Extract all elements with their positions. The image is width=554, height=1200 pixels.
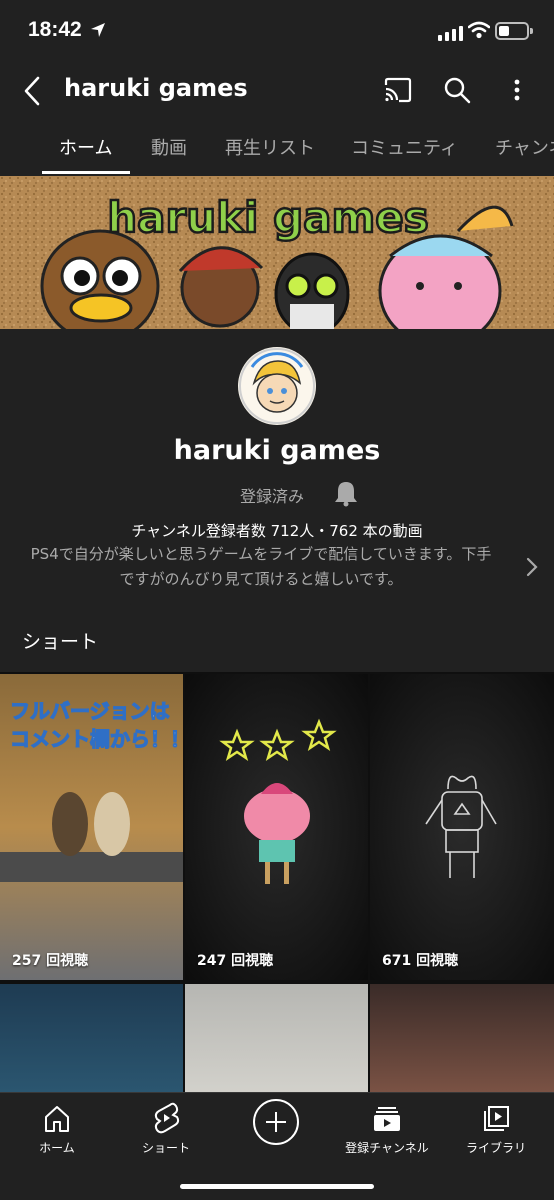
battery-icon: [495, 22, 533, 40]
active-tab-indicator: [42, 171, 130, 174]
home-indicator[interactable]: [180, 1184, 374, 1189]
create-icon[interactable]: [253, 1099, 299, 1145]
wifi-icon: [467, 21, 491, 43]
channel-avatar[interactable]: [238, 347, 316, 425]
nav-home[interactable]: ホーム: [2, 1101, 112, 1156]
tab-channels[interactable]: チャンネル: [495, 134, 554, 160]
tab-home[interactable]: ホーム: [59, 134, 112, 160]
nav-library[interactable]: ライブラリ: [441, 1101, 551, 1156]
short-view-count: 257 回視聴: [12, 953, 89, 969]
nav-label: ショート: [141, 1141, 190, 1155]
short-view-count: 247 回視聴: [197, 953, 274, 969]
channel-tabs: ホーム 動画 再生リスト コミュニティ チャンネル: [0, 120, 554, 176]
nav-label: ホーム: [39, 1141, 75, 1155]
banner-artwork: haruki games: [0, 176, 554, 329]
cast-icon[interactable]: [383, 77, 413, 107]
channel-description[interactable]: PS4で自分が楽しいと思うゲームをライブで配信していきます。下手 ですがのんびり…: [16, 542, 506, 592]
description-line: PS4で自分が楽しいと思うゲームをライブで配信していきます。下手: [30, 545, 492, 563]
channel-banner: haruki games: [0, 176, 554, 329]
tab-playlists[interactable]: 再生リスト: [225, 134, 315, 160]
tab-community[interactable]: コミュニティ: [351, 134, 458, 160]
nav-shorts[interactable]: ショート: [111, 1101, 221, 1156]
library-icon: [441, 1101, 551, 1137]
short-overlay-text: コメント欄から！！: [10, 727, 183, 751]
notification-bell-icon[interactable]: [332, 479, 360, 511]
status-bar: 18:42: [0, 0, 554, 62]
subscribed-button[interactable]: 登録済み: [240, 483, 304, 507]
back-arrow-icon[interactable]: [20, 74, 46, 108]
description-line: ですがのんびり見て頂けると嬉しいです。: [119, 570, 403, 588]
channel-header: haruki games 登録済み チャンネル登録者数 712人・762 本の動…: [0, 329, 554, 672]
status-time: 18:42: [28, 18, 82, 41]
nav-label: 登録チャンネル: [345, 1141, 429, 1155]
shorts-grid: フルバージョンは コメント欄から！！ 257 回視聴 247 回視聴 671 回…: [0, 672, 554, 1092]
short-thumbnail[interactable]: 671 回視聴: [370, 674, 554, 980]
shorts-heading: ショート: [22, 631, 99, 653]
location-arrow-icon: [90, 22, 106, 42]
nav-subscriptions[interactable]: 登録チャンネル: [332, 1101, 442, 1156]
channel-title: haruki games: [64, 74, 248, 102]
channel-name: haruki games: [173, 435, 381, 466]
short-thumbnail[interactable]: 247 回視聴: [185, 674, 368, 980]
app-bar: haruki games: [0, 62, 554, 120]
home-icon: [2, 1101, 112, 1137]
short-view-count: 671 回視聴: [382, 953, 459, 969]
cellular-signal-icon: [438, 26, 463, 41]
banner-logo-text: haruki games: [107, 193, 428, 242]
short-overlay-text: フルバージョンは: [10, 699, 170, 723]
search-icon[interactable]: [443, 76, 471, 108]
short-thumbnail[interactable]: [185, 984, 368, 1092]
more-options-icon[interactable]: [505, 76, 529, 106]
channel-stats: チャンネル登録者数 712人・762 本の動画: [131, 522, 423, 540]
short-thumbnail[interactable]: [370, 984, 554, 1092]
subscriptions-icon: [332, 1101, 442, 1137]
tab-videos[interactable]: 動画: [151, 134, 187, 160]
short-thumbnail[interactable]: フルバージョンは コメント欄から！！ 257 回視聴: [0, 674, 183, 980]
short-thumbnail[interactable]: [0, 984, 183, 1092]
chevron-right-icon[interactable]: [524, 556, 540, 582]
nav-label: ライブラリ: [465, 1141, 526, 1155]
shorts-icon: [111, 1101, 221, 1137]
